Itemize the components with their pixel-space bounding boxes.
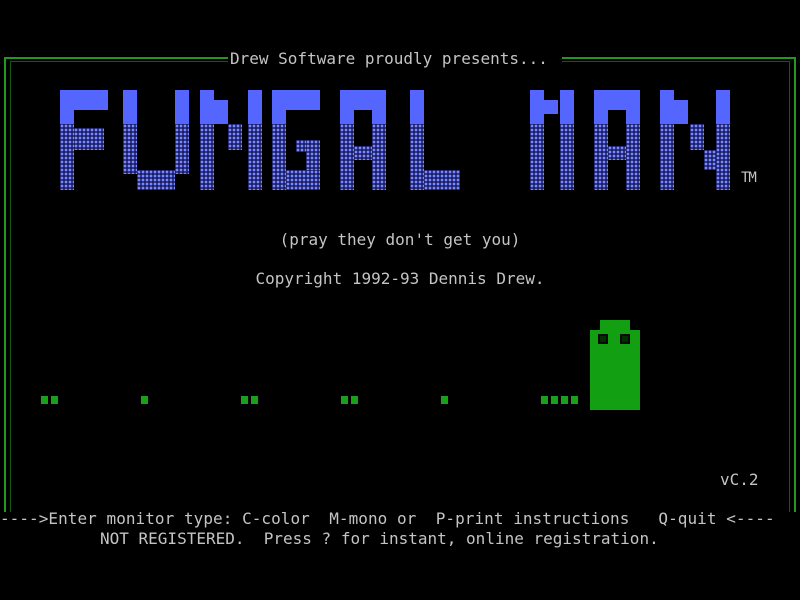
copyright-text: Copyright 1992-93 Dennis Drew. [255, 269, 545, 288]
pellet-icon [241, 396, 248, 404]
pellet-icon [141, 396, 148, 404]
pellet-icon [541, 396, 548, 404]
pellet-icon [441, 396, 448, 404]
pellet-icon [251, 396, 258, 404]
pellet-icon [551, 396, 558, 404]
pellet-icon [351, 396, 358, 404]
pellet-icon [51, 396, 58, 404]
pellet-icon [341, 396, 348, 404]
version-label: vC.2 [720, 470, 759, 489]
fungal-man-character-icon [590, 320, 640, 410]
monitor-type-prompt[interactable]: ---->Enter monitor type: C-color M-mono … [0, 510, 775, 528]
left-eye-icon [598, 334, 608, 344]
trademark-mark: TM [741, 170, 757, 186]
pellet-icon [571, 396, 578, 404]
tagline-text: (pray they don't get you) [279, 230, 521, 249]
pellet-icon [41, 396, 48, 404]
fungal-man-logo [0, 0, 800, 200]
registration-notice[interactable]: NOT REGISTERED. Press ? for instant, onl… [100, 530, 659, 548]
right-eye-icon [620, 334, 630, 344]
pellet-icon [561, 396, 568, 404]
